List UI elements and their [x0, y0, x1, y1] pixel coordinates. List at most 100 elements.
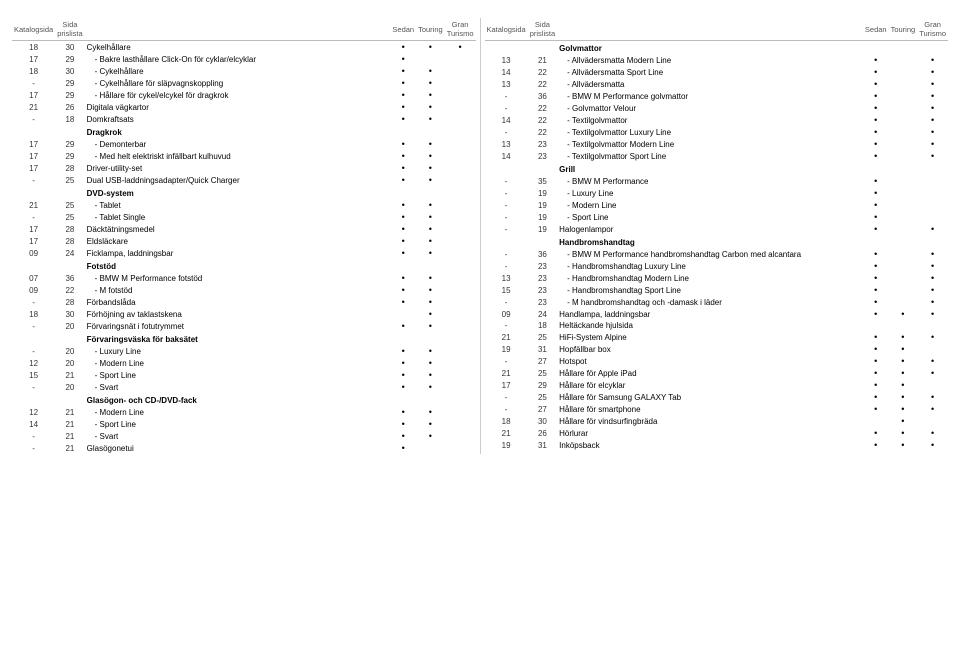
- cell-gran: [917, 296, 948, 308]
- cell-gran: [445, 259, 476, 272]
- table-row: -23- Handbromshandtag Luxury Line: [485, 260, 949, 272]
- cell-katalog: 17: [485, 379, 528, 391]
- cell-touring: [889, 223, 918, 235]
- table-row: -27Hotspot: [485, 355, 949, 367]
- cell-sedan: [863, 114, 889, 126]
- left-header-katalog: Katalog­sida: [12, 18, 55, 41]
- cell-katalog: -: [12, 430, 55, 442]
- cell-label: Förvaringsväska för baksätet: [85, 332, 391, 345]
- cell-sedan: [863, 308, 889, 320]
- cell-touring: [416, 89, 445, 101]
- table-row: -22- Golvmattor Velour: [485, 102, 949, 114]
- cell-gran: [917, 126, 948, 138]
- cell-sedan: [390, 430, 416, 442]
- cell-gran: [917, 331, 948, 343]
- cell-label: Hotspot: [557, 355, 863, 367]
- cell-sida: 22: [528, 102, 557, 114]
- cell-sida: 20: [55, 381, 84, 393]
- cell-sida: 23: [528, 284, 557, 296]
- cell-sedan: [863, 320, 889, 331]
- cell-label: - Handbromshandtag Modern Line: [557, 272, 863, 284]
- table-row: 0736- BMW M Performance fotstöd: [12, 272, 476, 284]
- cell-gran: [445, 272, 476, 284]
- cell-sedan: [863, 235, 889, 248]
- cell-sedan: [390, 138, 416, 150]
- cell-katalog: -: [485, 90, 528, 102]
- cell-label: Glasögon- och CD-/DVD-fack: [85, 393, 391, 406]
- cell-sedan: [390, 296, 416, 308]
- cell-katalog: -: [12, 381, 55, 393]
- cell-touring: [889, 90, 918, 102]
- cell-sida: 21: [55, 442, 84, 454]
- cell-sedan: [390, 186, 416, 199]
- cell-katalog: -: [485, 187, 528, 199]
- cell-katalog: 19: [485, 343, 528, 355]
- cell-sedan: [863, 403, 889, 415]
- cell-touring: [416, 296, 445, 308]
- cell-katalog: -: [485, 320, 528, 331]
- cell-sedan: [390, 259, 416, 272]
- cell-katalog: -: [485, 199, 528, 211]
- cell-touring: [889, 162, 918, 175]
- cell-katalog: -: [12, 320, 55, 332]
- cell-sida: [528, 235, 557, 248]
- cell-label: - Sport Line: [85, 418, 391, 430]
- cell-sedan: [390, 162, 416, 174]
- cell-katalog: -: [485, 126, 528, 138]
- table-row: 1830- Cykelhållare: [12, 65, 476, 77]
- left-header-sedan: Sedan: [390, 18, 416, 41]
- cell-sida: 26: [55, 101, 84, 113]
- table-row: -36- BMW M Performance golvmattor: [485, 90, 949, 102]
- cell-touring: [416, 357, 445, 369]
- cell-sedan: [863, 248, 889, 260]
- cell-sedan: [390, 150, 416, 162]
- cell-gran: [445, 442, 476, 454]
- cell-gran: [917, 379, 948, 391]
- cell-sedan: [390, 77, 416, 89]
- cell-gran: [445, 418, 476, 430]
- cell-gran: [445, 89, 476, 101]
- cell-touring: [889, 54, 918, 66]
- table-row: -23- M handbromshandtag och -damask i lä…: [485, 296, 949, 308]
- cell-sida: 20: [55, 357, 84, 369]
- cell-katalog: -: [485, 355, 528, 367]
- right-header-gran: GranTurismo: [917, 18, 948, 41]
- cell-label: Hållare för smartphone: [557, 403, 863, 415]
- cell-sedan: [390, 113, 416, 125]
- cell-touring: [889, 66, 918, 78]
- cell-gran: [917, 162, 948, 175]
- cell-sida: 31: [528, 439, 557, 451]
- cell-label: Hörlurar: [557, 427, 863, 439]
- table-row: -19- Luxury Line: [485, 187, 949, 199]
- cell-katalog: 13: [485, 138, 528, 150]
- cell-sida: 23: [528, 272, 557, 284]
- table-row: 1830Cykelhållare: [12, 41, 476, 54]
- cell-label: Dual USB-laddningsadapter/Quick Charger: [85, 174, 391, 186]
- cell-gran: [917, 150, 948, 162]
- cell-gran: [445, 223, 476, 235]
- cell-katalog: 17: [12, 235, 55, 247]
- cell-touring: [889, 260, 918, 272]
- cell-sida: 22: [55, 284, 84, 296]
- cell-touring: [889, 199, 918, 211]
- cell-touring: [416, 272, 445, 284]
- cell-sida: 29: [55, 150, 84, 162]
- cell-gran: [917, 54, 948, 66]
- cell-sida: [55, 186, 84, 199]
- right-column: Katalog­sida Sidaprislista Sedan Touring…: [480, 18, 949, 454]
- cell-sida: 25: [528, 391, 557, 403]
- cell-sedan: [390, 381, 416, 393]
- cell-touring: [889, 296, 918, 308]
- cell-label: Hållare för Samsung GALAXY Tab: [557, 391, 863, 403]
- cell-sida: 23: [528, 296, 557, 308]
- cell-label: - Textilgolvmattor Modern Line: [557, 138, 863, 150]
- cell-katalog: 17: [12, 89, 55, 101]
- cell-label: - Handbromshandtag Sport Line: [557, 284, 863, 296]
- table-row: 1421- Sport Line: [12, 418, 476, 430]
- table-row: -20Förvaringsnät i fotutrymmet: [12, 320, 476, 332]
- cell-katalog: 09: [485, 308, 528, 320]
- cell-gran: [445, 162, 476, 174]
- cell-label: - Luxury Line: [557, 187, 863, 199]
- cell-touring: [416, 53, 445, 65]
- cell-sida: 25: [528, 367, 557, 379]
